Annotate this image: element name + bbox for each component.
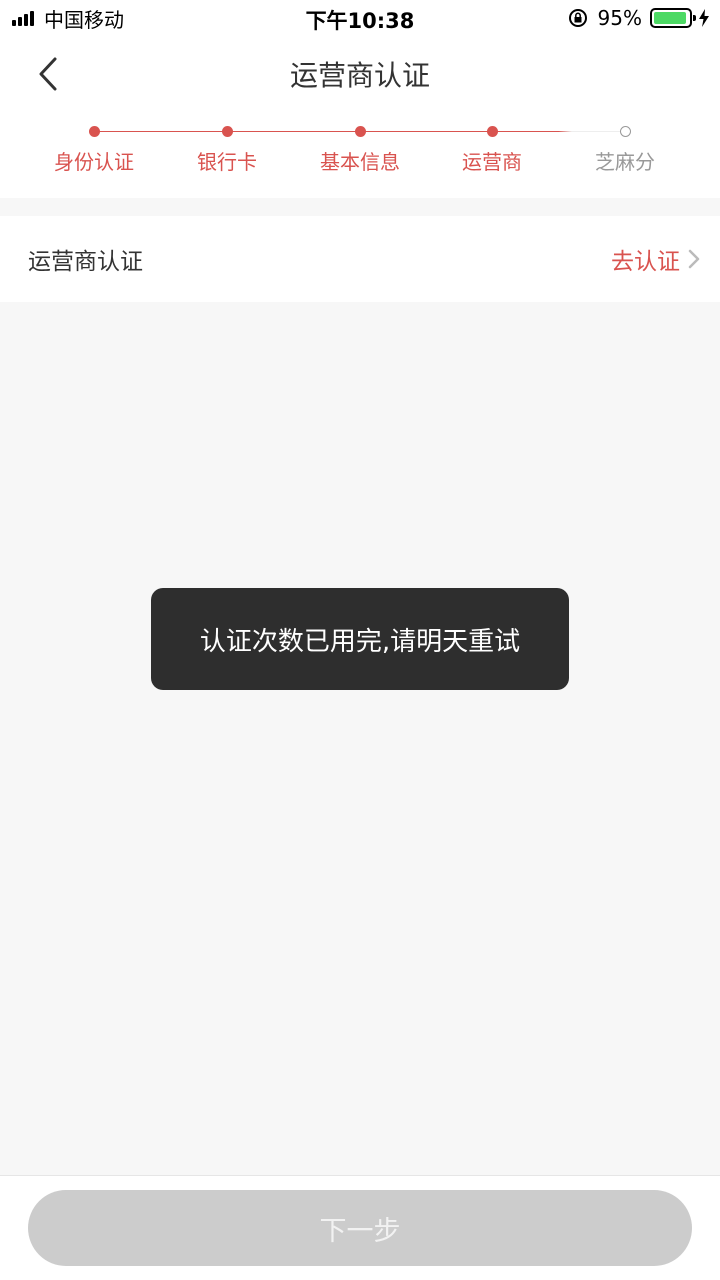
step-dot-complete — [221, 126, 233, 137]
carrier-auth-label: 运营商认证 — [28, 249, 143, 275]
rotation-lock-icon — [568, 9, 587, 27]
step-dot-complete — [354, 126, 366, 137]
battery-icon — [650, 8, 696, 28]
status-right: 95% — [568, 6, 710, 30]
step-connector — [492, 131, 625, 132]
step-label: 银行卡 — [197, 150, 257, 174]
page-title: 运营商认证 — [289, 59, 430, 92]
toast-text: 认证次数已用完,请明天重试 — [199, 626, 521, 657]
battery-fill — [654, 12, 687, 24]
step-dot-complete — [88, 126, 100, 137]
step-label: 芝麻分 — [595, 150, 655, 174]
go-auth-label: 去认证 — [611, 249, 680, 275]
step-label: 身份认证 — [54, 150, 134, 174]
step-connector — [227, 131, 360, 132]
carrier-auth-row[interactable]: 运营商认证 去认证 — [0, 216, 720, 302]
next-step-button[interactable]: 下一步 — [28, 1190, 692, 1266]
status-bar: 中国移动 下午10:38 95% — [0, 0, 720, 36]
progress-steps: 身份认证 银行卡 基本信息 运营商 芝麻分 — [0, 112, 720, 198]
nav-header: 运营商认证 — [0, 36, 720, 112]
bottom-bar: 下一步 — [0, 1175, 720, 1280]
go-auth-button[interactable]: 去认证 — [611, 242, 700, 276]
charging-bolt-icon — [699, 9, 709, 27]
step-dot-complete — [486, 126, 498, 137]
step-label: 基本信息 — [320, 150, 400, 174]
step-label: 运营商 — [462, 150, 522, 174]
step-dot-pending — [619, 126, 631, 137]
toast-message: 认证次数已用完,请明天重试 — [151, 588, 569, 690]
battery-percent: 95% — [597, 6, 642, 30]
chevron-right-icon — [688, 249, 700, 269]
step-connector — [360, 131, 492, 132]
step-connector — [94, 131, 227, 132]
